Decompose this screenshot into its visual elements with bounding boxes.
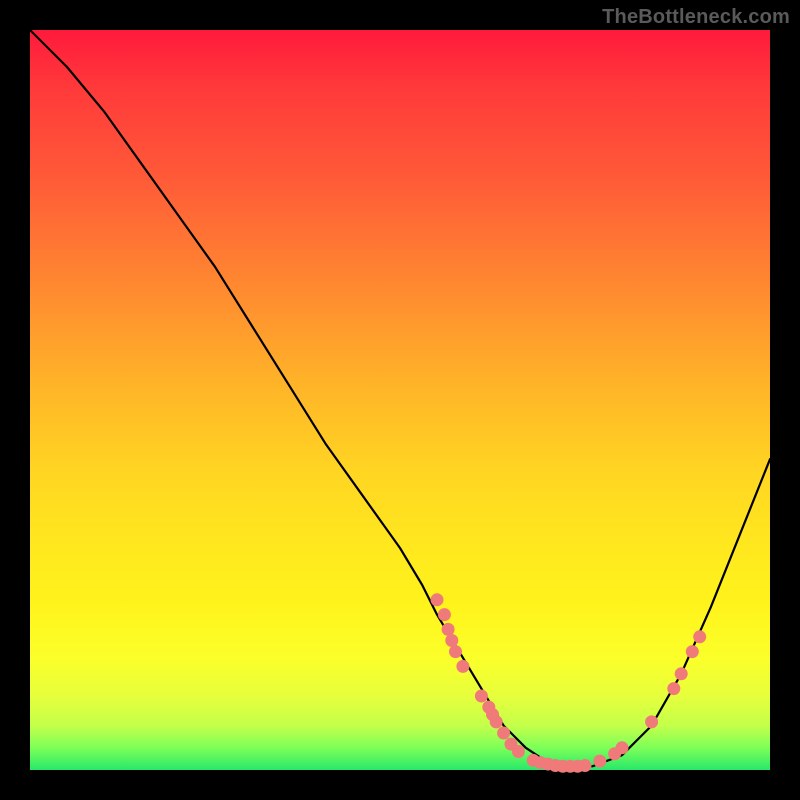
highlight-dot <box>431 593 444 606</box>
watermark-text: TheBottleneck.com <box>602 6 790 29</box>
highlight-dot <box>442 623 455 636</box>
highlight-dot <box>445 634 458 647</box>
chart-frame: TheBottleneck.com <box>0 0 800 800</box>
chart-overlay <box>30 30 770 770</box>
highlight-dot <box>593 755 606 768</box>
highlight-dot <box>693 630 706 643</box>
highlight-dot <box>449 645 462 658</box>
highlight-dot <box>616 741 629 754</box>
highlight-dot <box>667 682 680 695</box>
highlight-dot <box>456 660 469 673</box>
highlight-dots <box>431 593 707 773</box>
highlight-dot <box>645 715 658 728</box>
highlight-dot <box>675 667 688 680</box>
highlight-dot <box>490 715 503 728</box>
highlight-dot <box>438 608 451 621</box>
highlight-dot <box>579 759 592 772</box>
bottleneck-curve <box>30 30 770 766</box>
highlight-dot <box>686 645 699 658</box>
highlight-dot <box>475 690 488 703</box>
highlight-dot <box>497 727 510 740</box>
highlight-dot <box>512 745 525 758</box>
